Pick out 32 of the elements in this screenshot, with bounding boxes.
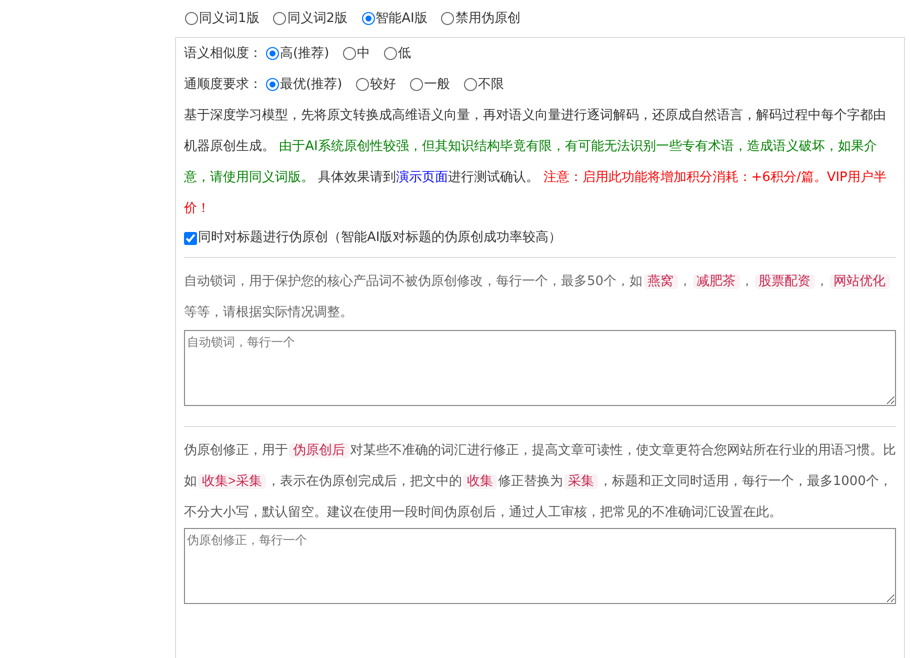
setting-label: 通顺度要求： [184,76,262,94]
checkbox-label[interactable]: 同时对标题进行伪原创（智能AI版对标题的伪原创成功率较高） [198,228,562,248]
radio-button[interactable] [384,47,398,60]
demo-page-link[interactable]: 演示页面 [396,170,448,185]
mode-option[interactable]: 同义词2版 [287,8,348,28]
mode-option[interactable]: 同义词1版 [199,8,260,28]
setting-option[interactable]: 中 [357,44,370,64]
radio-button[interactable] [356,78,370,91]
ai-description: 基于深度学习模型，先将原文转换成高维语义向量，再对语义向量进行逐词解码，还原成自然语言，解码过程中每个字都由机器原创生成。 由于AI系统原创性较强，但其知识结构毕竟有限，有可能无法识别一些专有术语，造成语义破坏，如果介意，请使用同义词版。 具体效果请到演示页面进行测试确认。 注意：启用此功能将增加积分消耗：+6积分/篇。VIP用户半价！ [184,107,888,218]
mode-option[interactable]: 智能AI版 [376,8,428,28]
setting-option[interactable]: 不限 [478,74,504,94]
corrections-input[interactable]: 伪原创修正，每行一个 [184,528,896,604]
setting-option[interactable]: 一般 [424,74,450,94]
radio-button[interactable] [266,47,279,60]
setting-option[interactable]: 高(推荐) [280,44,330,64]
radio-button[interactable] [464,78,478,91]
radio-button[interactable] [266,78,279,91]
corrections-description: 伪原创修正，用于 伪原创后 对某些不准确的词汇进行修正，提高文章可读性，使文章更符合您网站所在行业的用语习惯。比如 收集>采集 ，表示在伪原创完成后，把文中的 收集 修正替换为 采集 ，标题和正文同时适用，每行一个，最多1000个，不分大小写，默认留空。建议在使用一段时间伪原创后，通过人工审核，把常见的不准确词汇设置在此。 [184,442,896,522]
radio-button[interactable] [362,12,375,25]
lock-words-input[interactable]: 自动锁词，每行一个 [184,330,896,406]
radio-button[interactable] [441,12,454,25]
radio-button[interactable] [273,12,286,25]
checkbox[interactable] [184,232,197,244]
setting-label: 语义相似度： [184,44,262,63]
radio-button[interactable] [410,78,424,91]
setting-option[interactable]: 较好 [370,74,396,94]
mode-option[interactable]: 禁用伪原创 [455,8,520,28]
setting-option[interactable]: 低 [398,44,412,64]
lock-words-description: 自动锁词，用于保护您的核心产品词不被伪原创修改，每行一个，最多50个，如 燕窝 ， 减肥茶 ， 股票配资 ， 网站优化 等等，请根据实际情况调整。 [184,266,896,328]
setting-option[interactable]: 最优(推荐) [280,74,342,94]
radio-button[interactable] [343,47,356,60]
radio-button[interactable] [185,12,198,25]
